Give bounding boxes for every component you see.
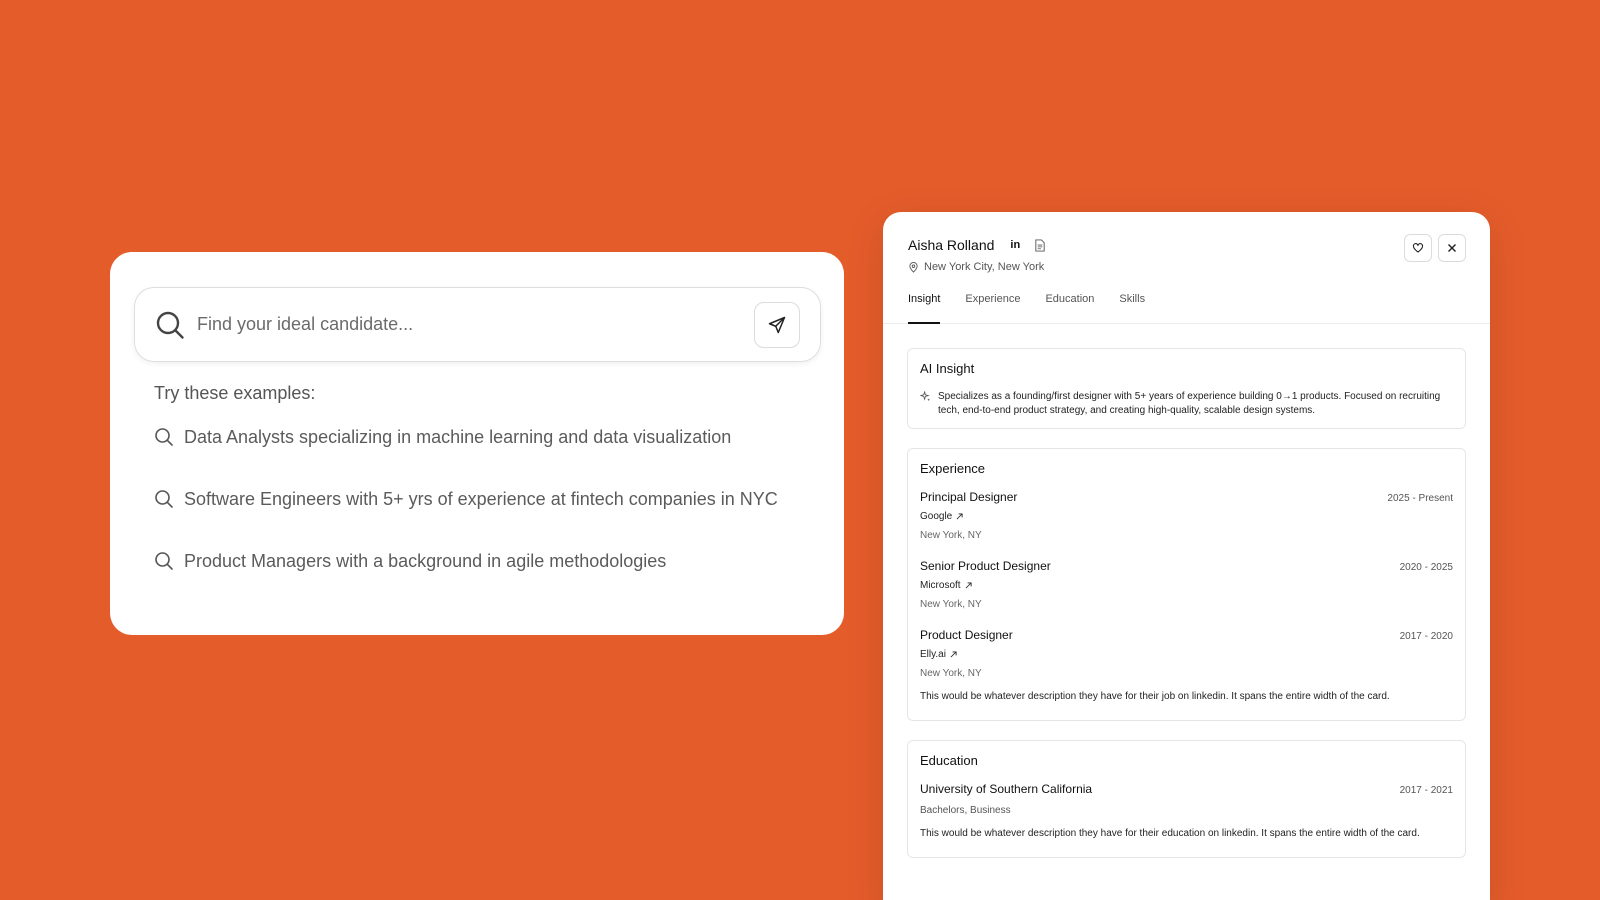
close-button[interactable] [1438, 234, 1466, 262]
job-title: Principal Designer [920, 490, 1018, 504]
section-title: AI Insight [920, 361, 975, 376]
favorite-button[interactable] [1404, 234, 1432, 262]
job-title: Senior Product Designer [920, 559, 1051, 573]
education-section: Education University of Southern Califor… [907, 740, 1466, 858]
search-icon [155, 428, 173, 446]
search-card: Try these examples: Data Analysts specia… [110, 252, 844, 635]
close-icon [1448, 244, 1456, 252]
external-link-icon[interactable] [956, 513, 963, 520]
experience-item: Senior Product Designer 2020 - 2025 Micr… [920, 559, 1453, 610]
company-name[interactable]: Elly.ai [920, 649, 946, 660]
degree: Bachelors, Business [920, 805, 1011, 816]
job-location: New York, NY [920, 668, 982, 679]
company-name[interactable]: Microsoft [920, 580, 961, 591]
tab-insight[interactable]: Insight [908, 289, 941, 324]
example-item[interactable]: Software Engineers with 5+ yrs of experi… [154, 484, 778, 514]
company-link[interactable]: Google [920, 511, 1453, 522]
job-location: New York, NY [920, 530, 982, 541]
section-title: Education [920, 753, 978, 768]
name-row: Aisha Rolland in [908, 237, 1046, 253]
external-link-icon[interactable] [965, 582, 972, 589]
example-text: Product Managers with a background in ag… [184, 550, 667, 571]
location-text: New York City, New York [924, 261, 1045, 273]
education-dates: 2017 - 2021 [1399, 785, 1453, 796]
tab-experience[interactable]: Experience [965, 289, 1020, 323]
search-icon [155, 490, 173, 508]
experience-item: Product Designer 2017 - 2020 Elly.ai New… [920, 628, 1453, 704]
location-pin-icon [909, 261, 918, 273]
profile-tabs: Insight Experience Education Skills [908, 289, 1170, 324]
document-icon[interactable] [1034, 238, 1046, 252]
section-title: Experience [920, 461, 986, 476]
search-box[interactable] [134, 287, 821, 362]
insight-section: AI Insight Specializes as a founding/fir… [907, 348, 1466, 429]
example-text: Software Engineers with 5+ yrs of experi… [184, 488, 778, 509]
linkedin-icon[interactable]: in [1010, 239, 1020, 251]
job-dates: 2025 - Present [1387, 493, 1453, 504]
company-link[interactable]: Microsoft [920, 580, 1453, 591]
job-dates: 2017 - 2020 [1399, 631, 1453, 642]
tab-education[interactable]: Education [1045, 289, 1094, 323]
example-item[interactable]: Product Managers with a background in ag… [154, 546, 778, 576]
job-location: New York, NY [920, 599, 982, 610]
education-description: This would be whatever description they … [920, 828, 1420, 839]
profile-body[interactable]: AI Insight Specializes as a founding/fir… [883, 324, 1490, 858]
company-link[interactable]: Elly.ai [920, 649, 1453, 660]
example-item[interactable]: Data Analysts specializing in machine le… [154, 422, 778, 452]
location-row: New York City, New York [908, 261, 1044, 273]
school-name: University of Southern California [920, 782, 1093, 796]
tab-skills[interactable]: Skills [1119, 289, 1145, 323]
job-description: This would be whatever description they … [920, 691, 1390, 702]
experience-section: Experience Principal Designer 2025 - Pre… [907, 448, 1466, 721]
header-actions [1404, 234, 1466, 262]
profile-header: Aisha Rolland in New York City, New York [883, 212, 1490, 324]
insight-text: Specializes as a founding/first designer… [938, 391, 1441, 416]
send-button[interactable] [754, 301, 800, 348]
examples-title: Try these examples: [154, 383, 316, 403]
search-icon [155, 552, 173, 570]
education-item: University of Southern California 2017 -… [920, 782, 1453, 841]
search-icon [156, 311, 184, 339]
job-title: Product Designer [920, 628, 1013, 642]
examples-list: Data Analysts specializing in machine le… [154, 422, 778, 608]
company-name[interactable]: Google [920, 511, 952, 522]
profile-card: Aisha Rolland in New York City, New York [883, 212, 1490, 900]
experience-item: Principal Designer 2025 - Present Google… [920, 490, 1453, 541]
insight-row: Specializes as a founding/first designer… [920, 390, 1453, 418]
external-link-icon[interactable] [950, 651, 957, 658]
profile-name: Aisha Rolland [908, 237, 995, 253]
sparkle-icon [920, 391, 931, 402]
search-input[interactable] [197, 314, 754, 335]
heart-icon [1412, 243, 1424, 253]
job-dates: 2020 - 2025 [1399, 562, 1453, 573]
send-icon [768, 316, 786, 333]
example-text: Data Analysts specializing in machine le… [184, 426, 732, 447]
